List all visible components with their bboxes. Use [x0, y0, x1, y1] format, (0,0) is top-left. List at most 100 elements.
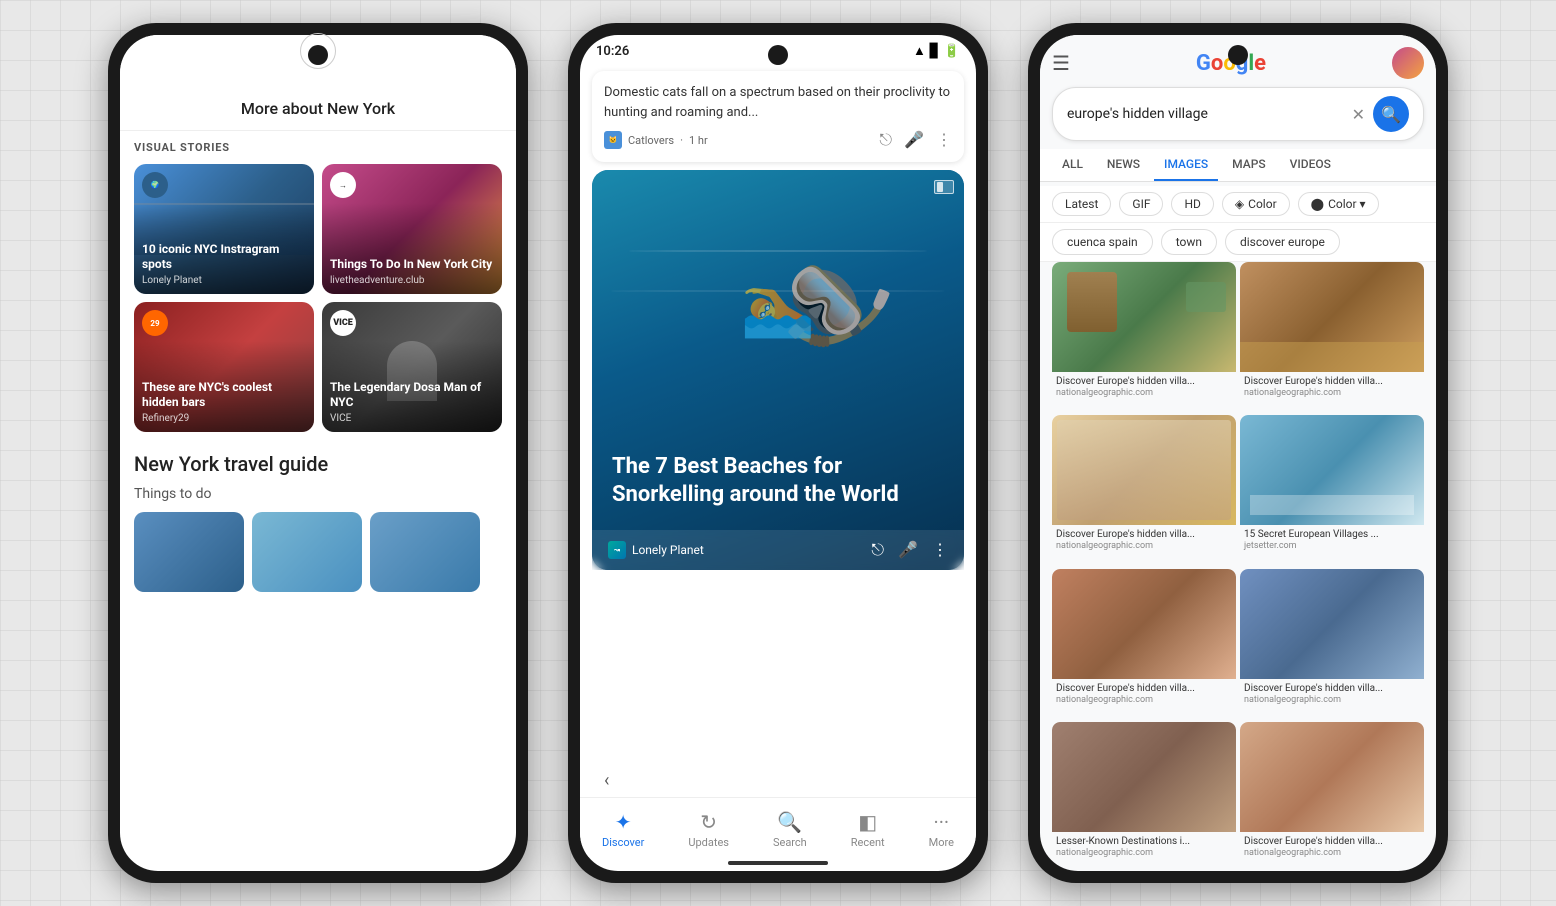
- filter-bar: Latest GIF HD ◈ Color ⬤ Color ▾: [1040, 186, 1436, 223]
- more-icon[interactable]: ⋮: [936, 130, 952, 150]
- img-title: Discover Europe's hidden villa...: [1244, 835, 1420, 848]
- search-bar[interactable]: europe's hidden village ✕ 🔍: [1052, 87, 1424, 141]
- img-title: Discover Europe's hidden villa...: [1056, 375, 1232, 388]
- story-source: Refinery29: [142, 413, 306, 424]
- menu-icon[interactable]: ☰: [1052, 51, 1070, 75]
- search-icon: 🔍: [1381, 105, 1401, 124]
- nav-more[interactable]: ··· More: [919, 806, 964, 853]
- phone-1: ∨ More about New York VISUAL STORIES 🌍 1…: [108, 23, 528, 883]
- nav-updates[interactable]: ↻ Updates: [678, 806, 739, 853]
- image-card[interactable]: Discover Europe's hidden villa... nation…: [1052, 569, 1236, 718]
- page-indicator: [934, 180, 954, 194]
- beach-title: The 7 Best Beaches for Snorkelling aroun…: [612, 453, 944, 510]
- story-card[interactable]: → Things To Do In New York City livethea…: [322, 164, 502, 294]
- story-source: Lonely Planet: [142, 275, 306, 286]
- color-icon: ⬤: [1311, 197, 1324, 211]
- image-card[interactable]: Discover Europe's hidden villa... nation…: [1240, 262, 1424, 411]
- img-source: nationalgeographic.com: [1244, 848, 1420, 858]
- filter-hd[interactable]: HD: [1171, 192, 1213, 216]
- img-title: Lesser-Known Destinations i...: [1056, 835, 1232, 848]
- story-logo: 🌍: [142, 172, 168, 198]
- news-text: Domestic cats fall on a spectrum based o…: [604, 83, 952, 122]
- mic-icon[interactable]: 🎤: [898, 540, 918, 560]
- things-row: [134, 512, 502, 592]
- search-button[interactable]: 🔍: [1373, 96, 1409, 132]
- wifi-icon: ▲: [913, 43, 926, 59]
- story-source: livetheadventure.club: [330, 275, 494, 286]
- nav-discover-label: Discover: [602, 836, 644, 849]
- search-icon: 🔍: [777, 810, 802, 834]
- image-card[interactable]: Lesser-Known Destinations i... nationalg…: [1052, 722, 1236, 871]
- tab-all[interactable]: ALL: [1052, 149, 1093, 181]
- search-tabs: ALL NEWS IMAGES MAPS VIDEOS: [1040, 149, 1436, 182]
- image-card[interactable]: Discover Europe's hidden villa... nation…: [1240, 569, 1424, 718]
- things-label: Things to do: [134, 486, 502, 502]
- nav-search[interactable]: 🔍 Search: [763, 806, 817, 853]
- nav-updates-label: Updates: [688, 836, 729, 849]
- lp-icon: ↝: [608, 541, 626, 559]
- updates-icon: ↻: [700, 810, 717, 834]
- visual-stories-grid: 🌍 10 iconic NYC Instragram spots Lonely …: [134, 164, 502, 432]
- nav-discover[interactable]: ✦ Discover: [592, 806, 654, 853]
- mic-icon[interactable]: 🎤: [904, 130, 924, 150]
- beach-story-card[interactable]: 🤿 🏊 The 7 Best Beaches for Snorkelling a…: [592, 170, 964, 570]
- tab-videos[interactable]: VIDEOS: [1280, 149, 1341, 181]
- img-source: nationalgeographic.com: [1056, 388, 1232, 398]
- guide-title: New York travel guide: [134, 452, 502, 476]
- discover-icon: ✦: [615, 810, 632, 834]
- img-title: Discover Europe's hidden villa...: [1244, 375, 1420, 388]
- user-avatar[interactable]: [1392, 47, 1424, 79]
- search-input[interactable]: europe's hidden village: [1067, 106, 1352, 122]
- source-icon: 🐱: [604, 131, 622, 149]
- news-source: 🐱 Catlovers · 1 hr: [604, 131, 708, 149]
- suggestion-cuenca[interactable]: cuenca spain: [1052, 229, 1153, 255]
- phone-1-notch: [308, 45, 328, 65]
- img-title: Discover Europe's hidden villa...: [1056, 528, 1232, 541]
- img-source: nationalgeographic.com: [1056, 848, 1232, 858]
- story-source: VICE: [330, 413, 494, 424]
- filter-latest[interactable]: Latest: [1052, 192, 1111, 216]
- page-title: More about New York: [136, 99, 500, 130]
- thing-card[interactable]: [252, 512, 362, 592]
- story-title: 10 iconic NYC Instragram spots: [142, 242, 306, 273]
- back-icon[interactable]: ‹: [604, 770, 609, 791]
- suggestion-town[interactable]: town: [1161, 229, 1217, 255]
- img-title: Discover Europe's hidden villa...: [1244, 682, 1420, 695]
- tab-news[interactable]: NEWS: [1097, 149, 1150, 181]
- filter-gif[interactable]: GIF: [1119, 192, 1163, 216]
- tab-maps[interactable]: MAPS: [1222, 149, 1275, 181]
- thing-card[interactable]: [134, 512, 244, 592]
- clear-icon[interactable]: ✕: [1352, 105, 1365, 124]
- img-source: nationalgeographic.com: [1244, 388, 1420, 398]
- filter-product[interactable]: ◈ Color: [1222, 192, 1290, 216]
- suggestion-discover[interactable]: discover europe: [1225, 229, 1340, 255]
- story-logo: VICE: [330, 310, 356, 336]
- image-card[interactable]: 15 Secret European Villages ... jetsette…: [1240, 415, 1424, 564]
- tab-images[interactable]: IMAGES: [1154, 149, 1218, 181]
- news-card[interactable]: Domestic cats fall on a spectrum based o…: [592, 71, 964, 162]
- img-title: 15 Secret European Villages ...: [1244, 528, 1420, 541]
- recent-icon: ◧: [858, 810, 877, 834]
- image-card[interactable]: Discover Europe's hidden villa... nation…: [1052, 262, 1236, 411]
- phone-2: 10:26 ▲ ▊ 🔋 Domestic cats fall on a spec…: [568, 23, 988, 883]
- img-source: jetsetter.com: [1244, 541, 1420, 551]
- more-icon: ···: [933, 810, 949, 834]
- story-card[interactable]: VICE The Legendary Dosa Man of NYC VICE: [322, 302, 502, 432]
- back-bar: ‹: [580, 764, 976, 797]
- image-card[interactable]: Discover Europe's hidden villa... nation…: [1240, 722, 1424, 871]
- more-icon[interactable]: ⋮: [932, 540, 948, 560]
- share-icon[interactable]: ⎋: [879, 130, 892, 150]
- nav-recent[interactable]: ◧ Recent: [841, 806, 895, 853]
- filter-color[interactable]: ⬤ Color ▾: [1298, 192, 1379, 216]
- bottom-nav: ✦ Discover ↻ Updates 🔍 Search ◧ Recent ·…: [580, 797, 976, 857]
- battery-icon: 🔋: [944, 44, 960, 59]
- p1-scroll-area: VISUAL STORIES 🌍 10 iconic NYC Instragra…: [120, 131, 516, 871]
- story-card[interactable]: 29 These are NYC's coolest hidden bars R…: [134, 302, 314, 432]
- visual-stories-label: VISUAL STORIES: [134, 141, 502, 154]
- img-source: nationalgeographic.com: [1244, 695, 1420, 705]
- story-card[interactable]: 🌍 10 iconic NYC Instragram spots Lonely …: [134, 164, 314, 294]
- share-icon[interactable]: ⎋: [871, 540, 884, 560]
- story-title: Things To Do In New York City: [330, 257, 494, 273]
- image-card[interactable]: Discover Europe's hidden villa... nation…: [1052, 415, 1236, 564]
- thing-card[interactable]: [370, 512, 480, 592]
